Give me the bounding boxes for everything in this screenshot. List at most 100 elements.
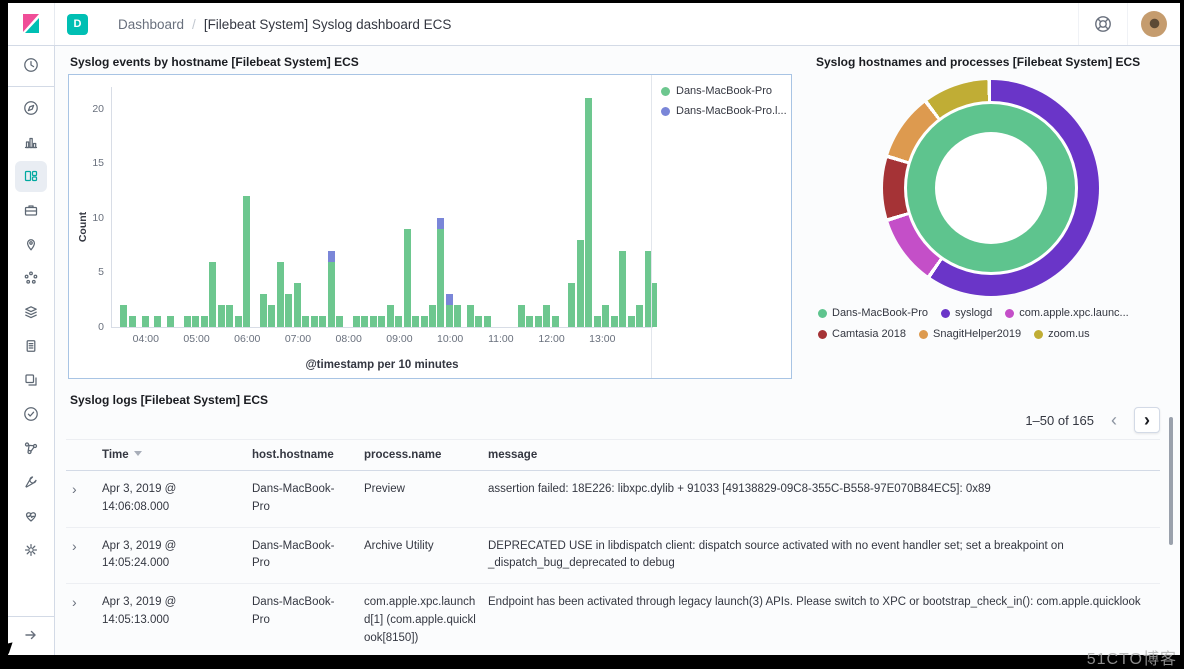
bar-09:25[interactable]: [421, 87, 428, 327]
sidebar-item-management[interactable]: [15, 535, 47, 566]
bar-04:25[interactable]: [167, 87, 174, 327]
user-menu-button[interactable]: [1127, 3, 1180, 45]
bar-11:20[interactable]: [518, 87, 525, 327]
pagination-next-button[interactable]: ›: [1134, 407, 1160, 433]
dashboard-main: Syslog events by hostname [Filebeat Syst…: [54, 45, 1180, 655]
bar-12:20[interactable]: [568, 87, 575, 327]
column-header-Time[interactable]: Time: [96, 440, 246, 471]
bar-13:30[interactable]: [628, 87, 635, 327]
sidebar-item-logs[interactable]: [15, 331, 47, 362]
bar-05:25[interactable]: [218, 87, 225, 327]
bar-08:35[interactable]: [378, 87, 385, 327]
bar-03:55[interactable]: [142, 87, 149, 327]
bar-03:30[interactable]: [120, 87, 127, 327]
bar-05:35[interactable]: [226, 87, 233, 327]
bar-04:45[interactable]: [184, 87, 191, 327]
bar-08:05[interactable]: [353, 87, 360, 327]
bar-09:35[interactable]: [429, 87, 436, 327]
bar-06:55[interactable]: [294, 87, 301, 327]
breadcrumb-dashboard[interactable]: Dashboard: [118, 17, 184, 32]
sidebar-item-dashboard[interactable]: [15, 161, 47, 192]
sidebar-item-recently-viewed[interactable]: [15, 50, 47, 81]
sidebar-item-graph[interactable]: [15, 433, 47, 464]
cell-message: Endpoint has been activated through lega…: [482, 584, 1160, 655]
sidebar-item-infrastructure[interactable]: [15, 297, 47, 328]
legend-item[interactable]: com.apple.xpc.launc...: [1005, 307, 1128, 319]
bar-11:40[interactable]: [535, 87, 542, 327]
bar-12:30[interactable]: [577, 87, 584, 327]
bar-07:05[interactable]: [302, 87, 309, 327]
x-axis-title: @timestamp per 10 minutes: [111, 359, 653, 371]
bar-07:35[interactable]: [328, 87, 335, 327]
bar-06:15[interactable]: [260, 87, 267, 327]
bar-12:40[interactable]: [585, 87, 592, 327]
bar-13:10[interactable]: [611, 87, 618, 327]
bar-13:40[interactable]: [636, 87, 643, 327]
x-axis-tick: 04:00: [124, 327, 168, 345]
bar-segment-primary: [446, 305, 453, 327]
bar-08:55[interactable]: [395, 87, 402, 327]
bar-09:15[interactable]: [412, 87, 419, 327]
bar-12:50[interactable]: [594, 87, 601, 327]
sidebar-item-machine-learning[interactable]: [15, 263, 47, 294]
bar-07:25[interactable]: [319, 87, 326, 327]
legend-item[interactable]: Dans-MacBook-Pro.l...: [661, 105, 791, 117]
bar-09:05[interactable]: [404, 87, 411, 327]
kibana-logo[interactable]: [8, 3, 54, 45]
bar-06:25[interactable]: [268, 87, 275, 327]
bar-10:05[interactable]: [454, 87, 461, 327]
sidebar-item-uptime[interactable]: [15, 399, 47, 430]
legend-item[interactable]: Dans-MacBook-Pro: [818, 307, 928, 319]
bar-06:35[interactable]: [277, 87, 284, 327]
bar-08:25[interactable]: [370, 87, 377, 327]
row-expand-button[interactable]: ›: [66, 471, 96, 528]
recently-viewed-icon: [23, 57, 39, 73]
bar-05:05[interactable]: [201, 87, 208, 327]
table-scrollbar[interactable]: [1169, 417, 1173, 545]
row-expand-button[interactable]: ›: [66, 584, 96, 655]
legend-item[interactable]: SnagitHelper2019: [919, 328, 1021, 340]
bar-13:20[interactable]: [619, 87, 626, 327]
bar-04:10[interactable]: [154, 87, 161, 327]
bar-05:55[interactable]: [243, 87, 250, 327]
bar-08:15[interactable]: [361, 87, 368, 327]
legend-dot: [919, 330, 928, 339]
legend-item[interactable]: syslogd: [941, 307, 992, 319]
sidebar-item-canvas[interactable]: [15, 195, 47, 226]
bar-06:45[interactable]: [285, 87, 292, 327]
bar-04:55[interactable]: [192, 87, 199, 327]
legend-item[interactable]: Dans-MacBook-Pro: [661, 85, 791, 97]
sidebar-item-discover[interactable]: [15, 93, 47, 124]
bar-07:45[interactable]: [336, 87, 343, 327]
table-row: ›Apr 3, 2019 @ 14:06:08.000Dans-MacBook-…: [66, 471, 1160, 528]
legend-label: syslogd: [955, 307, 992, 319]
pagination-prev-button[interactable]: ‹: [1102, 408, 1126, 432]
help-button[interactable]: [1078, 3, 1127, 45]
bar-10:20[interactable]: [467, 87, 474, 327]
bar-03:40[interactable]: [129, 87, 136, 327]
bar-08:45[interactable]: [387, 87, 394, 327]
bar-05:15[interactable]: [209, 87, 216, 327]
bar-09:55[interactable]: [446, 87, 453, 327]
bar-13:00[interactable]: [602, 87, 609, 327]
bar-10:30[interactable]: [475, 87, 482, 327]
legend-item[interactable]: zoom.us: [1034, 328, 1090, 340]
sidebar-item-maps[interactable]: [15, 229, 47, 260]
bar-07:15[interactable]: [311, 87, 318, 327]
sidebar-item-dev-tools[interactable]: [15, 467, 47, 498]
bar-10:40[interactable]: [484, 87, 491, 327]
sidebar-collapse-button[interactable]: [8, 616, 54, 655]
sidebar-item-apm[interactable]: [15, 365, 47, 396]
bar-12:00[interactable]: [552, 87, 559, 327]
row-expand-button[interactable]: ›: [66, 527, 96, 584]
graph-icon: [23, 440, 39, 456]
sidebar-item-stack-monitoring[interactable]: [15, 501, 47, 532]
bar-11:30[interactable]: [526, 87, 533, 327]
sidebar-item-visualize[interactable]: [15, 127, 47, 158]
bar-11:50[interactable]: [543, 87, 550, 327]
space-badge[interactable]: D: [67, 14, 88, 35]
bar-05:45[interactable]: [235, 87, 242, 327]
bar-09:45[interactable]: [437, 87, 444, 327]
sidebar: [8, 45, 55, 655]
legend-item[interactable]: Camtasia 2018: [818, 328, 906, 340]
